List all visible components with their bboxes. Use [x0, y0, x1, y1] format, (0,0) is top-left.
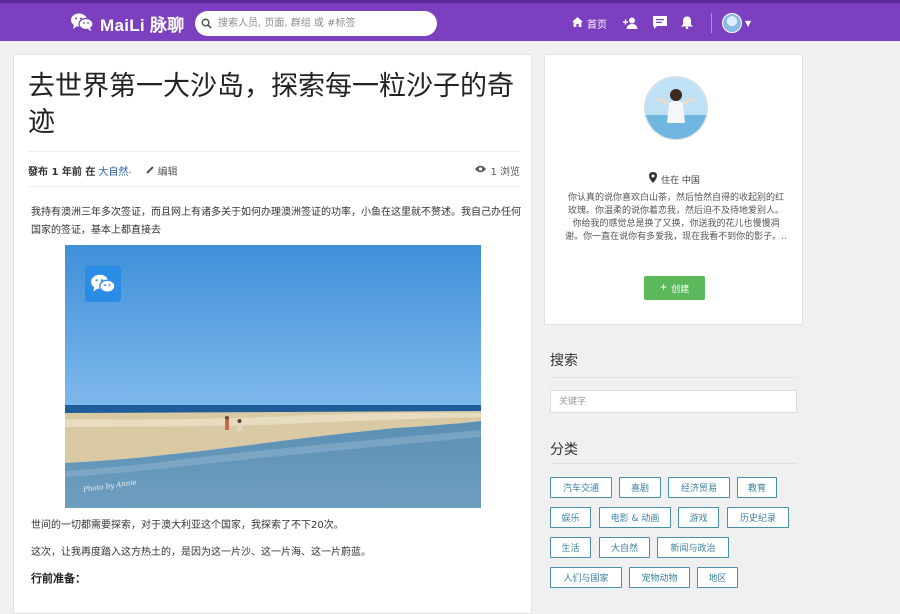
article-card: 去世界第一大沙岛，探索每一粒沙子的奇迹 發布 1 年前 在 大自然 . 编辑 1… — [13, 54, 532, 614]
search-widget-title: 搜索 — [550, 353, 578, 369]
top-navbar: MaiLi 脉聊 首页 — [0, 0, 900, 41]
edit-label: 编辑 — [157, 167, 178, 178]
category-widget-title: 分类 — [550, 442, 578, 458]
brand-name: MaiLi 脉聊 — [100, 16, 185, 35]
category-tag[interactable]: 生活 — [550, 537, 591, 558]
category-tag[interactable]: 娱乐 — [550, 507, 591, 528]
create-label: 创建 — [671, 284, 690, 295]
notifications-button[interactable] — [681, 14, 693, 33]
article-paragraph: 这次，让我再度踏入这方热土的，是因为这一片沙、这一片海、这一片蔚蓝。 — [31, 547, 371, 558]
published-text: 發布 1 年前 在 — [28, 167, 96, 178]
chat-icon — [653, 14, 667, 33]
plus-icon: + — [659, 283, 668, 293]
divider — [28, 151, 520, 152]
nav-separator — [711, 13, 712, 33]
location-label: 住在 中国 — [661, 175, 700, 186]
edit-link[interactable]: 编辑 — [146, 163, 178, 178]
category-tag[interactable]: 人们与国家 — [550, 567, 622, 588]
article-paragraph: 世间的一切都需要探索，对于澳大利亚这个国家，我探索了不下20次。 — [31, 520, 344, 531]
nav-home-link[interactable]: 首页 — [572, 16, 607, 31]
global-search — [195, 11, 437, 36]
messages-button[interactable] — [653, 14, 667, 33]
wechat-icon — [70, 12, 94, 36]
search-icon — [201, 14, 212, 33]
caret-down-icon: ▼ — [745, 18, 752, 28]
create-button[interactable]: + 创建 — [644, 276, 705, 300]
brand-logo[interactable]: MaiLi 脉聊 — [70, 11, 185, 36]
profile-avatar[interactable] — [644, 76, 708, 140]
bell-icon — [681, 14, 693, 33]
divider — [550, 377, 797, 378]
category-tag[interactable]: 大自然 — [599, 537, 650, 558]
profile-card: 住在 中国 你认真的说你喜欢白山茶，然后恰然自得的收起别的红玫瑰。你温柔的说你着… — [544, 54, 803, 325]
divider — [550, 463, 797, 464]
user-avatar — [722, 13, 742, 33]
article-meta-left: 發布 1 年前 在 大自然 . 编辑 — [28, 163, 178, 178]
add-user-button[interactable] — [623, 14, 639, 33]
category-tag[interactable]: 地区 — [697, 567, 738, 588]
category-tag[interactable]: 电影 & 动画 — [599, 507, 671, 528]
keyword-input[interactable] — [550, 390, 797, 413]
article-title: 去世界第一大沙岛，探索每一粒沙子的奇迹 — [28, 71, 514, 138]
category-tag[interactable]: 经济贸易 — [668, 477, 730, 498]
home-icon — [572, 16, 583, 30]
map-marker-icon — [649, 172, 658, 186]
add-user-icon — [623, 14, 639, 33]
category-suffix: . — [128, 165, 132, 176]
category-tag[interactable]: 喜剧 — [619, 477, 661, 498]
article-paragraph: 我持有澳洲三年多次签证，而且网上有诸多关于如何办理澳洲签证的功率，小鱼在这里就不… — [31, 207, 521, 236]
divider — [28, 186, 520, 187]
nav-home-label: 首页 — [587, 19, 607, 31]
category-tag[interactable]: 宠物动物 — [629, 567, 690, 588]
category-link[interactable]: 大自然 — [98, 163, 128, 178]
category-tag[interactable]: 新闻与政治 — [657, 537, 729, 558]
user-menu-button[interactable]: ▼ — [722, 13, 751, 33]
category-tag[interactable]: 教育 — [737, 477, 777, 498]
category-tag[interactable]: 游戏 — [678, 507, 719, 528]
wechat-watermark-icon — [85, 266, 121, 302]
eye-icon — [475, 165, 487, 176]
profile-location: 住在 中国 — [545, 172, 804, 186]
article-subheading: 行前准备： — [31, 572, 86, 585]
article-photo: Photo by Annie — [65, 245, 481, 508]
search-input[interactable] — [216, 17, 430, 30]
view-count-label: 1 浏览 — [490, 167, 520, 178]
pencil-icon — [146, 165, 155, 177]
top-nav: 首页 ▼ — [572, 13, 751, 33]
beach-photo-image — [65, 245, 481, 508]
category-tag[interactable]: 历史纪录 — [727, 507, 789, 528]
view-count: 1 浏览 — [475, 163, 520, 178]
category-tag[interactable]: 汽车交通 — [550, 477, 612, 498]
profile-bio: 你认真的说你喜欢白山茶，然后恰然自得的收起别的红玫瑰。你温柔的说你着恋我，然后迫… — [565, 193, 787, 242]
